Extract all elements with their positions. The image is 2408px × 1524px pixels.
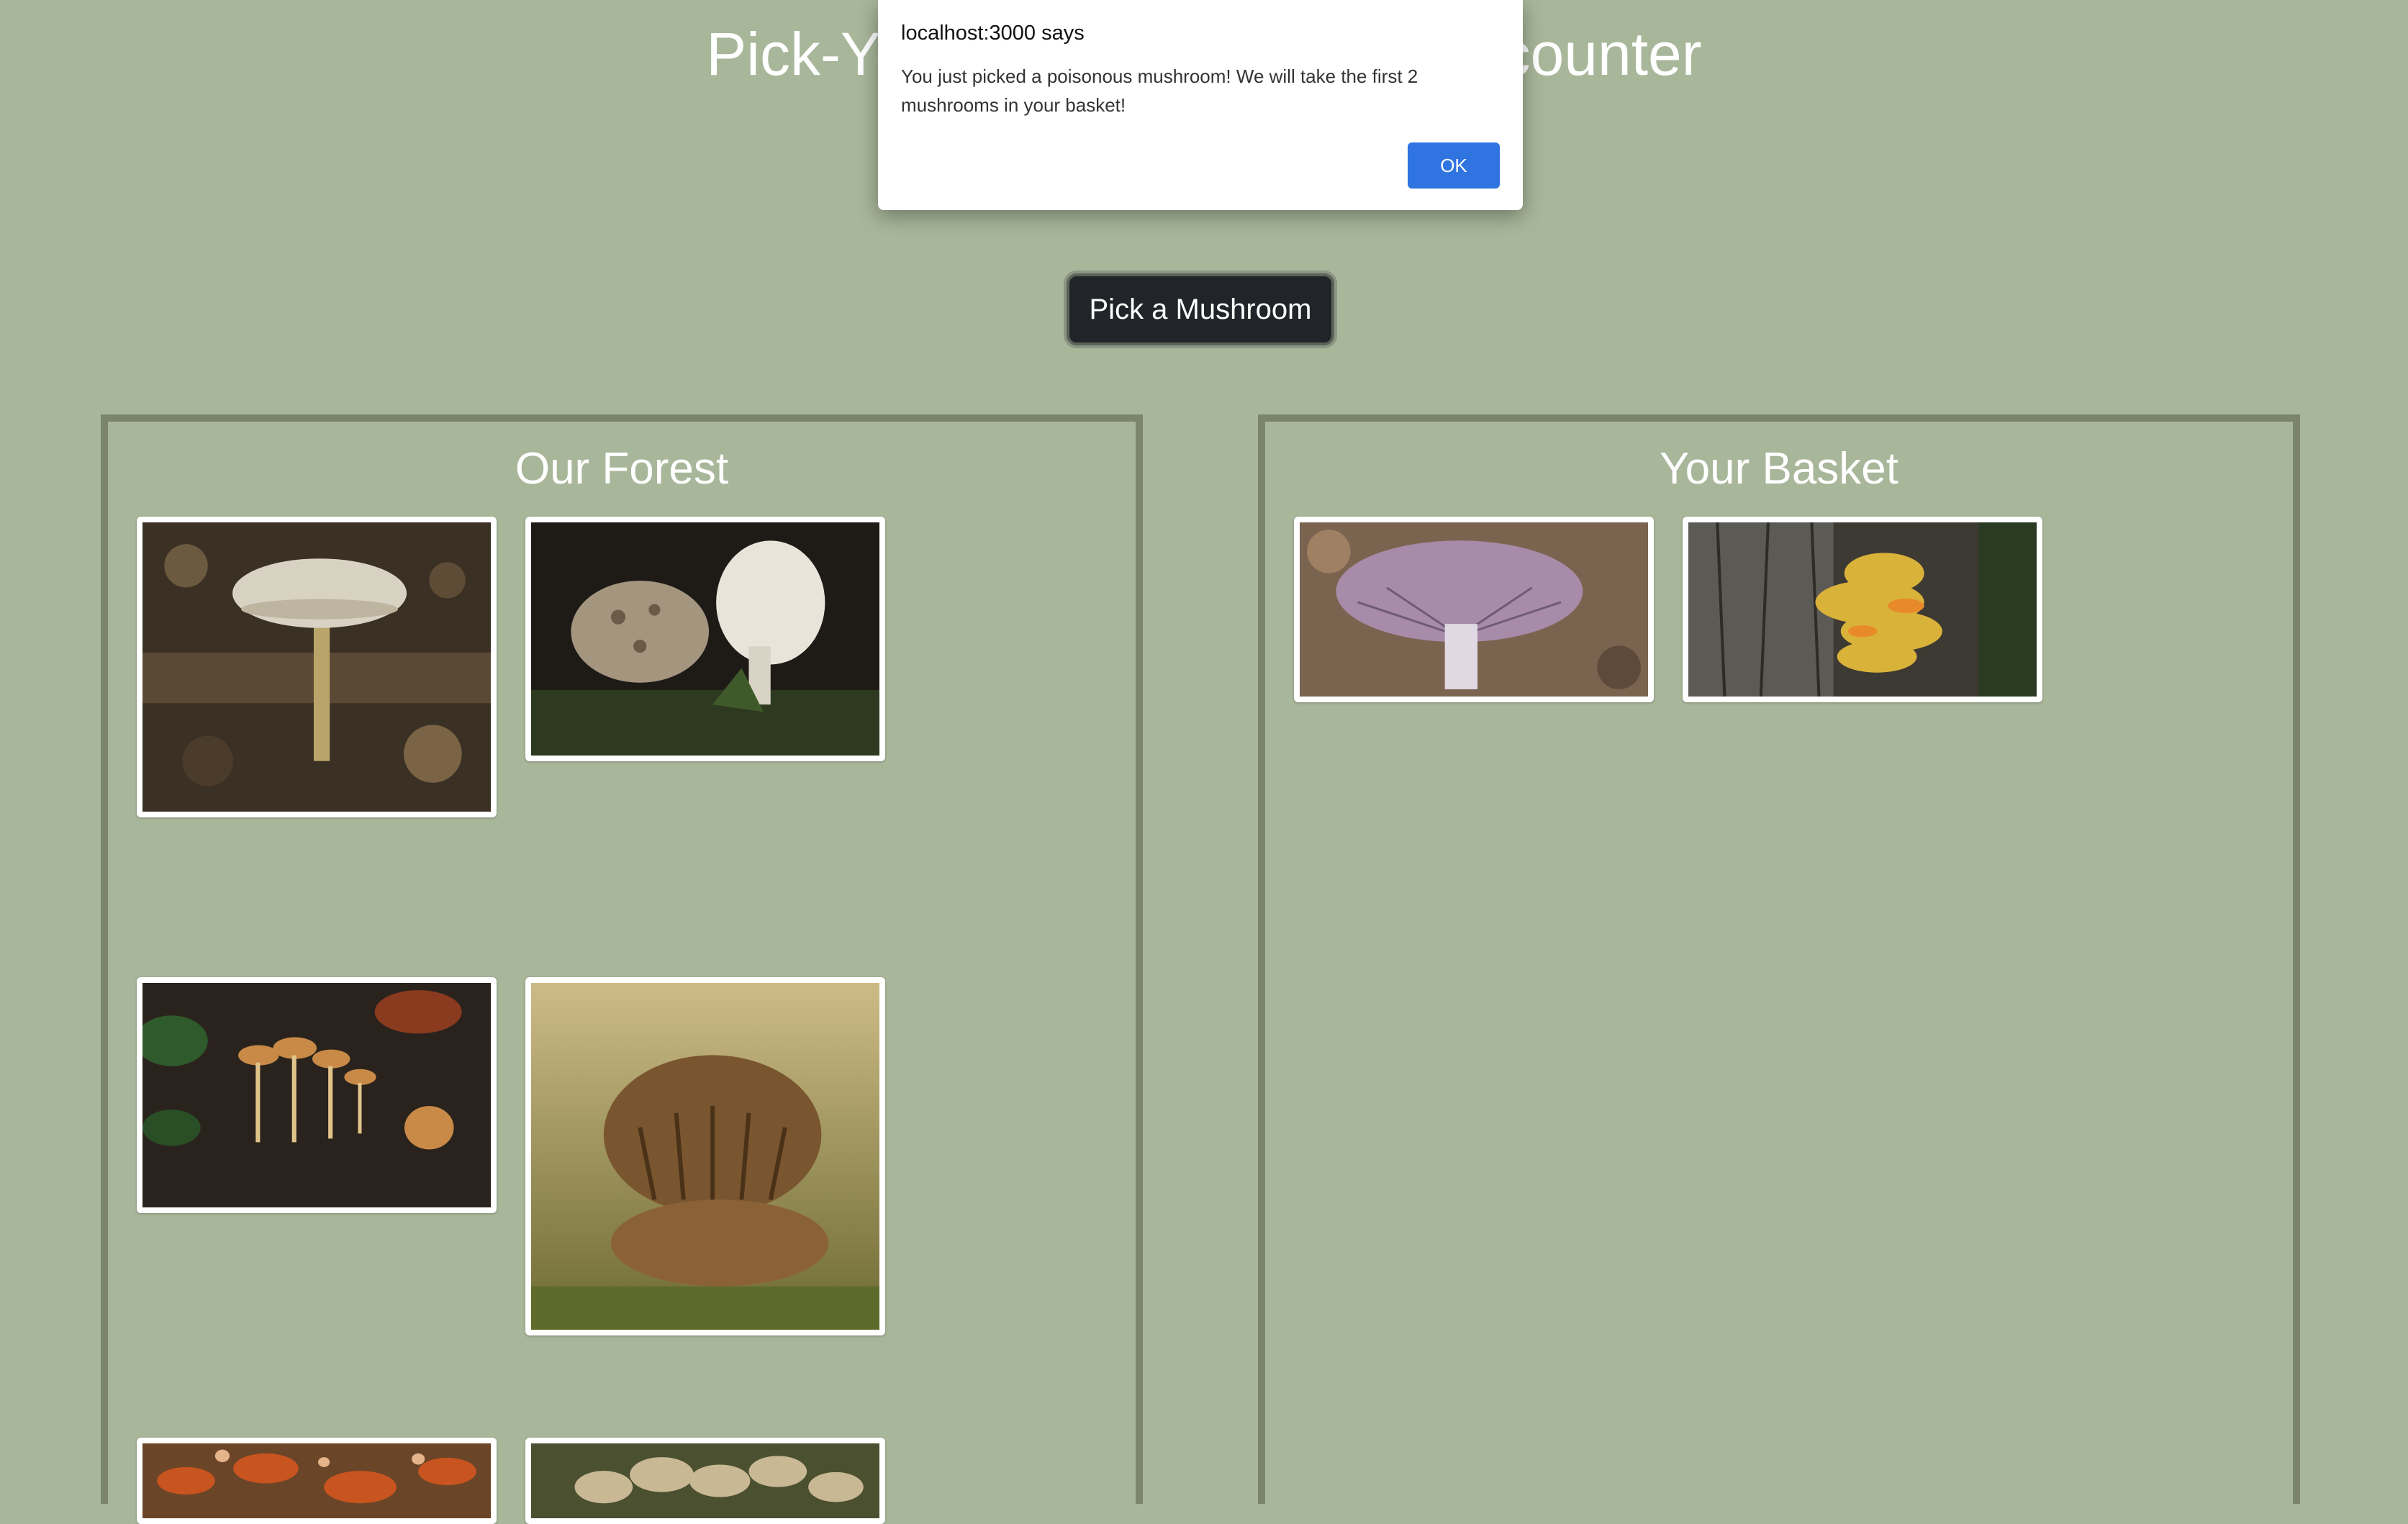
basket-card-1[interactable] [1294,517,1654,702]
forest-card-3[interactable] [137,977,497,1213]
forest-card-6[interactable] [525,1438,885,1524]
dialog-origin: localhost:3000 says [901,22,1085,45]
brown-gilled-mushroom-photo [531,983,879,1330]
forest-title: Our Forest [515,444,729,494]
forest-card-2[interactable] [525,517,885,761]
dialog-ok-button[interactable]: OK [1408,142,1500,189]
orange-cluster-mushrooms-photo [142,983,491,1207]
pale-cap-mushroom-photo [142,522,491,812]
forest-card-5[interactable] [137,1438,497,1524]
tan-cluster-mushrooms-photo [531,1443,879,1518]
yellow-shelf-fungus-photo [1688,522,2037,697]
dialog-message: You just picked a poisonous mushroom! We… [901,65,1418,116]
purple-gilled-mushroom-photo [1300,522,1648,697]
forest-card-1[interactable] [137,517,497,817]
forest-card-4[interactable] [525,977,885,1335]
red-shelf-mushrooms-photo [142,1443,491,1518]
basket-card-2[interactable] [1683,517,2042,702]
basket-title: Your Basket [1659,444,1899,494]
pick-mushroom-button[interactable]: Pick a Mushroom [1067,273,1334,345]
white-mushrooms-pair-photo [531,522,879,756]
alert-dialog: localhost:3000 says You just picked a po… [878,0,1523,210]
